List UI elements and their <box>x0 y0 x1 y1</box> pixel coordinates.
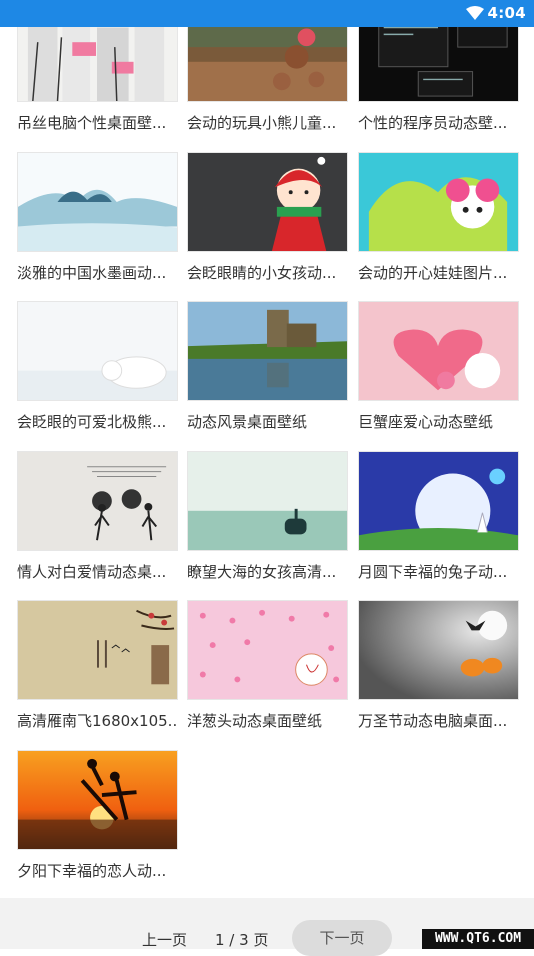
wallpaper-title: 情人对白爱情动态桌... <box>17 563 167 581</box>
wallpaper-thumbnail[interactable] <box>358 152 519 252</box>
status-bar: 4:04 <box>0 0 534 27</box>
wallpaper-thumbnail[interactable] <box>187 152 348 252</box>
wallpaper-thumbnail[interactable] <box>187 600 348 700</box>
wallpaper-card[interactable]: 巨蟹座爱心动态壁纸 <box>358 301 519 451</box>
wallpaper-title: 会动的玩具小熊儿童... <box>187 114 337 132</box>
wallpaper-card[interactable]: 洋葱头动态桌面壁纸 <box>187 600 348 750</box>
wifi-icon <box>466 6 484 20</box>
wallpaper-title: 瞭望大海的女孩高清... <box>187 563 337 581</box>
wallpaper-title: 个性的程序员动态壁... <box>358 114 508 132</box>
prev-page-button[interactable]: 上一页 <box>142 929 187 950</box>
wallpaper-card[interactable]: 高清雁南飞1680x105... <box>17 600 178 750</box>
wallpaper-thumbnail[interactable] <box>17 451 178 551</box>
next-page-button[interactable]: 下一页 <box>292 920 392 956</box>
wallpaper-card[interactable]: 会眨眼睛的小女孩动... <box>187 152 348 302</box>
wallpaper-thumbnail[interactable] <box>17 152 178 252</box>
wallpaper-card[interactable]: 会动的开心娃娃图片... <box>358 152 519 302</box>
wallpaper-title: 会眨眼的可爱北极熊... <box>17 413 167 431</box>
wallpaper-card[interactable]: 情人对白爱情动态桌... <box>17 451 178 601</box>
wallpaper-thumbnail[interactable] <box>17 600 178 700</box>
wallpaper-thumbnail[interactable] <box>358 301 519 401</box>
page-indicator: 1 / 3 页 <box>215 931 269 949</box>
wallpaper-thumbnail[interactable] <box>17 750 178 850</box>
site-watermark: WWW.QT6.COM <box>422 929 534 949</box>
wallpaper-title: 会眨眼睛的小女孩动... <box>187 264 337 282</box>
wallpaper-title: 月圆下幸福的兔子动... <box>358 563 508 581</box>
wallpaper-thumbnail[interactable] <box>358 600 519 700</box>
wallpaper-thumbnail[interactable] <box>187 451 348 551</box>
wallpaper-thumbnail[interactable] <box>17 301 178 401</box>
wallpaper-card[interactable]: 瞭望大海的女孩高清... <box>187 451 348 601</box>
wallpaper-title: 吊丝电脑个性桌面壁... <box>17 114 167 132</box>
wallpaper-card[interactable]: 万圣节动态电脑桌面... <box>358 600 519 750</box>
wallpaper-card[interactable]: 夕阳下幸福的恋人动... <box>17 750 178 900</box>
wallpaper-title: 洋葱头动态桌面壁纸 <box>187 712 323 730</box>
wallpaper-card[interactable]: 月圆下幸福的兔子动... <box>358 451 519 601</box>
wallpaper-title: 会动的开心娃娃图片... <box>358 264 508 282</box>
wallpaper-card[interactable]: 动态风景桌面壁纸 <box>187 301 348 451</box>
wallpaper-title: 夕阳下幸福的恋人动... <box>17 862 167 880</box>
wallpaper-title: 巨蟹座爱心动态壁纸 <box>358 413 494 431</box>
wallpaper-thumbnail[interactable] <box>358 451 519 551</box>
wallpaper-title: 淡雅的中国水墨画动... <box>17 264 167 282</box>
status-time: 4:04 <box>487 4 526 22</box>
wallpaper-thumbnail[interactable] <box>187 301 348 401</box>
wallpaper-title: 动态风景桌面壁纸 <box>187 413 308 431</box>
wallpaper-title: 高清雁南飞1680x105... <box>17 712 178 730</box>
wallpaper-card[interactable]: 淡雅的中国水墨画动... <box>17 152 178 302</box>
wallpaper-title: 万圣节动态电脑桌面... <box>358 712 508 730</box>
wallpaper-card[interactable]: 会眨眼的可爱北极熊... <box>17 301 178 451</box>
